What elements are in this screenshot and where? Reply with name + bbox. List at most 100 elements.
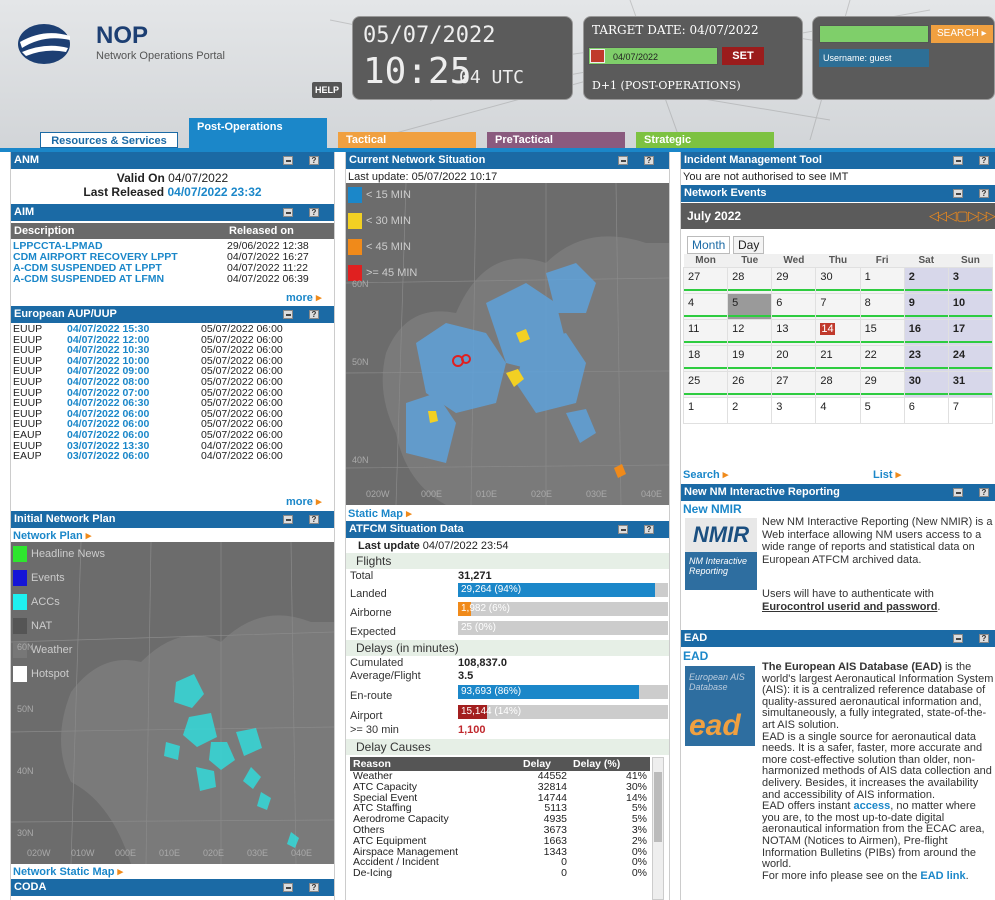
tab-strategic[interactable]: Strategic: [636, 132, 774, 148]
tab-tactical[interactable]: Tactical: [338, 132, 476, 148]
event-bar[interactable]: [684, 392, 728, 395]
calendar-day[interactable]: 31: [947, 370, 994, 398]
calendar-day[interactable]: 9: [903, 292, 949, 320]
aup-row[interactable]: EUUP 04/07/2022 08:00 05/07/2022 06:00: [11, 377, 311, 388]
calendar-day[interactable]: 16: [903, 318, 949, 346]
event-bar[interactable]: [816, 314, 860, 317]
event-bar[interactable]: [816, 340, 860, 343]
cns-map[interactable]: < 15 MIN < 30 MIN < 45 MIN >= 45 MIN 50N 40N…: [346, 183, 669, 505]
event-bar[interactable]: [816, 366, 860, 369]
aim-desc[interactable]: A-CDM SUSPENDED AT LFMN: [11, 274, 225, 285]
event-bar[interactable]: [948, 288, 992, 291]
calendar-day[interactable]: 7: [947, 396, 994, 424]
event-bar[interactable]: [904, 288, 948, 291]
event-bar[interactable]: [728, 392, 772, 395]
event-bar[interactable]: [860, 288, 904, 291]
help-icon[interactable]: ?: [309, 883, 319, 892]
calendar-day[interactable]: 13: [771, 318, 817, 346]
minimize-icon[interactable]: [283, 310, 293, 319]
tab-post-operations[interactable]: Post-Operations: [189, 118, 327, 148]
event-bar[interactable]: [684, 314, 728, 317]
event-bar[interactable]: [772, 366, 816, 369]
calendar-day[interactable]: 2: [903, 266, 949, 294]
new-nmir-link[interactable]: New NMIR: [683, 502, 742, 516]
help-icon[interactable]: ?: [309, 208, 319, 217]
calendar-day[interactable]: 21: [815, 344, 861, 372]
calendar-icon[interactable]: [590, 49, 605, 63]
event-bar[interactable]: [948, 392, 992, 395]
event-bar[interactable]: [904, 340, 948, 343]
aup-row[interactable]: EAUP 03/07/2022 06:00 04/07/2022 06:00: [11, 451, 311, 462]
event-bar[interactable]: [860, 392, 904, 395]
event-bar[interactable]: [728, 366, 772, 369]
target-date-input[interactable]: 04/07/2022: [588, 47, 718, 65]
tab-pretactical[interactable]: PreTactical: [487, 132, 625, 148]
help-icon[interactable]: ?: [644, 525, 654, 534]
event-bar[interactable]: [948, 340, 992, 343]
event-bar[interactable]: [948, 366, 992, 369]
aup-row[interactable]: EAUP 04/07/2022 06:00 05/07/2022 06:00: [11, 430, 311, 441]
calendar-day[interactable]: 1: [859, 266, 905, 294]
help-icon[interactable]: ?: [979, 189, 989, 198]
nmir-auth-link[interactable]: Eurocontrol userid and password: [762, 601, 937, 613]
aup-release[interactable]: 04/07/2022 08:00: [65, 377, 199, 388]
event-bar[interactable]: [860, 314, 904, 317]
aim-more-link[interactable]: more ▸: [286, 291, 322, 304]
calendar-day[interactable]: 30: [815, 266, 861, 294]
ead-link[interactable]: EAD: [683, 649, 708, 663]
event-bar[interactable]: [684, 366, 728, 369]
calendar-day[interactable]: 15: [859, 318, 905, 346]
calendar-day[interactable]: 12: [727, 318, 773, 346]
anm-released-value[interactable]: 04/07/2022 23:32: [167, 185, 261, 199]
aim-row[interactable]: A-CDM SUSPENDED AT LFMN 04/07/2022 06:39: [11, 274, 334, 285]
network-plan-link[interactable]: Network Plan ▸: [13, 529, 91, 542]
minimize-icon[interactable]: [283, 883, 293, 892]
calendar-day[interactable]: 29: [859, 370, 905, 398]
aup-release[interactable]: 04/07/2022 06:00: [65, 430, 199, 441]
event-bar[interactable]: [684, 288, 728, 291]
tab-resources-services[interactable]: Resources & Services: [40, 132, 178, 148]
view-day-tab[interactable]: Day: [733, 236, 765, 254]
calendar-day[interactable]: 3: [771, 396, 817, 424]
event-bar[interactable]: [772, 288, 816, 291]
minimize-icon[interactable]: [283, 208, 293, 217]
calendar-day[interactable]: 25: [682, 370, 729, 398]
minimize-icon[interactable]: [618, 156, 628, 165]
scrollbar-thumb[interactable]: [654, 772, 662, 842]
event-bar[interactable]: [728, 340, 772, 343]
calendar-day[interactable]: 26: [727, 370, 773, 398]
search-button[interactable]: SEARCH ▸: [931, 25, 993, 43]
calendar-day[interactable]: 27: [771, 370, 817, 398]
minimize-icon[interactable]: [953, 189, 963, 198]
help-button[interactable]: HELP: [312, 82, 342, 98]
search-input[interactable]: [819, 25, 929, 43]
calendar-day[interactable]: 23: [903, 344, 949, 372]
calendar-nav-icons[interactable]: ◁◁ ◁ ▢ ▷ ▷▷: [929, 208, 995, 224]
calendar-day[interactable]: 4: [682, 292, 729, 320]
view-month-tab[interactable]: Month: [687, 236, 731, 254]
calendar-day[interactable]: 22: [859, 344, 905, 372]
help-icon[interactable]: ?: [979, 488, 989, 497]
help-icon[interactable]: ?: [644, 156, 654, 165]
network-plan-map[interactable]: Headline News Events ACCs NAT Weather Hotspot…: [11, 542, 334, 864]
calendar-day[interactable]: 6: [903, 396, 949, 424]
calendar-day[interactable]: 18: [682, 344, 729, 372]
calendar-day[interactable]: 5: [859, 396, 905, 424]
minimize-icon[interactable]: [283, 156, 293, 165]
event-bar[interactable]: [904, 366, 948, 369]
aup-release[interactable]: 03/07/2022 06:00: [65, 451, 199, 462]
events-list-link[interactable]: List ▸: [873, 468, 901, 481]
calendar-day[interactable]: 7: [815, 292, 861, 320]
calendar-day[interactable]: 11: [682, 318, 729, 346]
event-bar[interactable]: [948, 314, 992, 317]
event-bar[interactable]: [860, 340, 904, 343]
ead-more-link[interactable]: EAD link: [920, 870, 965, 882]
ead-access-link[interactable]: access: [854, 800, 891, 812]
delay-causes-scrollbar[interactable]: [652, 757, 664, 900]
ead-logo[interactable]: European AIS Database ead: [685, 666, 755, 746]
help-icon[interactable]: ?: [309, 310, 319, 319]
minimize-icon[interactable]: [618, 525, 628, 534]
minimize-icon[interactable]: [283, 515, 293, 524]
event-bar[interactable]: [860, 366, 904, 369]
event-bar[interactable]: [816, 392, 860, 395]
